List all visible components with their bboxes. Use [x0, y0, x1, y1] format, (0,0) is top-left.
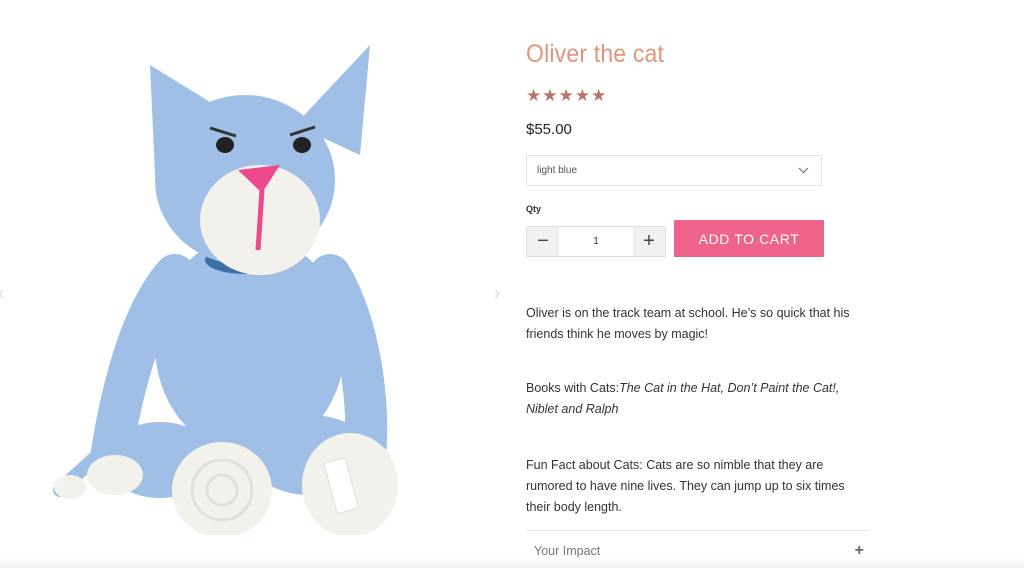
fun-fact-text: Fun Fact about Cats: Cats are so nimble … — [526, 458, 845, 514]
divider — [526, 530, 868, 531]
description-text: Oliver is on the track team at school. H… — [526, 306, 850, 341]
description-paragraph-2: Books with Cats:The Cat in the Hat, Don’… — [526, 378, 866, 420]
books-prefix: Books with Cats: — [526, 381, 620, 395]
description-paragraph-1: Oliver is on the track team at school. H… — [526, 303, 866, 345]
minus-icon: − — [537, 230, 549, 252]
product-image — [53, 45, 398, 535]
gallery-prev-arrow[interactable]: ‹ — [0, 284, 4, 302]
qty-label: Qty — [526, 204, 542, 214]
books-text: Books with Cats:The Cat in the Hat, Don’… — [526, 378, 866, 420]
variant-selected-value: light blue — [537, 165, 578, 176]
product-title: Oliver the cat — [526, 40, 665, 68]
qty-decrease-button[interactable]: − — [527, 227, 559, 256]
variant-select[interactable]: light blue — [526, 155, 822, 186]
plus-icon: + — [643, 230, 655, 252]
description-paragraph-3: Fun Fact about Cats: Cats are so nimble … — [526, 455, 866, 518]
product-gallery: ‹ › — [0, 0, 512, 568]
bottom-fade — [0, 558, 1024, 568]
accordion-label: Your Impact — [534, 544, 601, 558]
rating-stars[interactable]: ★★★★★ — [526, 86, 607, 106]
qty-input[interactable] — [559, 227, 633, 256]
qty-increase-button[interactable]: + — [633, 227, 665, 256]
gallery-next-arrow[interactable]: › — [494, 284, 500, 302]
chevron-down-icon — [798, 165, 809, 177]
product-price: $55.00 — [526, 121, 572, 138]
add-to-cart-button[interactable]: ADD TO CART — [674, 220, 824, 257]
quantity-stepper: − + — [526, 226, 666, 257]
